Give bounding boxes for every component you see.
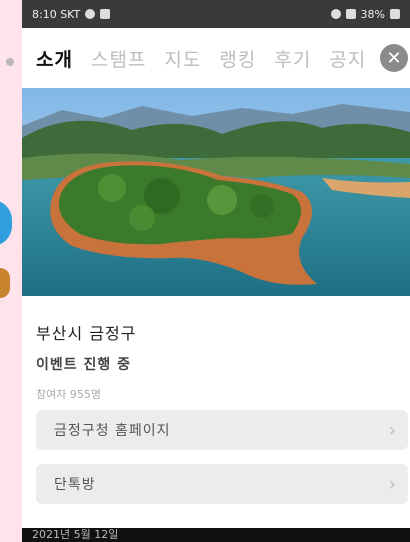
participant-count: 참여자 955명 — [36, 388, 101, 401]
homepage-link-button[interactable]: 금정구청 홈페이지 › — [36, 410, 408, 450]
status-bar: 8:10 SKT 38% — [22, 0, 410, 28]
chevron-right-icon: › — [388, 473, 396, 495]
app-notification-icon — [100, 9, 111, 19]
hero-image — [22, 88, 410, 296]
battery-icon — [390, 9, 400, 19]
lake-island-photo — [22, 88, 410, 296]
background-shape — [0, 268, 10, 298]
background-app-strip — [0, 0, 22, 542]
place-info: 부산시 금정구 이벤트 진행 중 참여자 955명 — [22, 300, 410, 402]
background-shape — [0, 200, 12, 246]
tab-ranking[interactable]: 랭킹 — [219, 45, 256, 72]
tab-intro[interactable]: 소개 — [36, 45, 73, 72]
notification-icon — [85, 9, 96, 19]
detail-sheet: 8:10 SKT 38% 소개 스탬프 지도 랭킹 후기 공지 ✕ 부산시 금정… — [22, 0, 410, 542]
event-status: 이벤트 진행 중 — [36, 357, 132, 373]
tab-bar: 소개 스탬프 지도 랭킹 후기 공지 ✕ — [22, 28, 410, 88]
chevron-right-icon: › — [388, 419, 396, 441]
tab-notice[interactable]: 공지 — [329, 45, 366, 72]
tab-map[interactable]: 지도 — [164, 45, 201, 72]
signal-icon — [345, 9, 356, 19]
tab-stamp[interactable]: 스탬프 — [91, 45, 146, 72]
location-icon — [330, 9, 341, 19]
background-dot — [6, 58, 14, 66]
bottom-bar: 2021년 5월 12일 — [22, 528, 410, 542]
battery-percent: 38% — [360, 7, 385, 21]
group-chat-link-button[interactable]: 단톡방 › — [36, 464, 408, 504]
group-chat-link-label: 단톡방 — [54, 477, 96, 493]
bottom-date-text: 2021년 5월 12일 — [32, 528, 119, 541]
homepage-link-label: 금정구청 홈페이지 — [54, 423, 171, 439]
place-title: 부산시 금정구 — [36, 324, 137, 343]
tab-reviews[interactable]: 후기 — [274, 45, 311, 72]
close-button[interactable]: ✕ — [380, 44, 408, 72]
close-icon: ✕ — [386, 47, 402, 69]
status-time-carrier: 8:10 SKT — [32, 7, 81, 21]
